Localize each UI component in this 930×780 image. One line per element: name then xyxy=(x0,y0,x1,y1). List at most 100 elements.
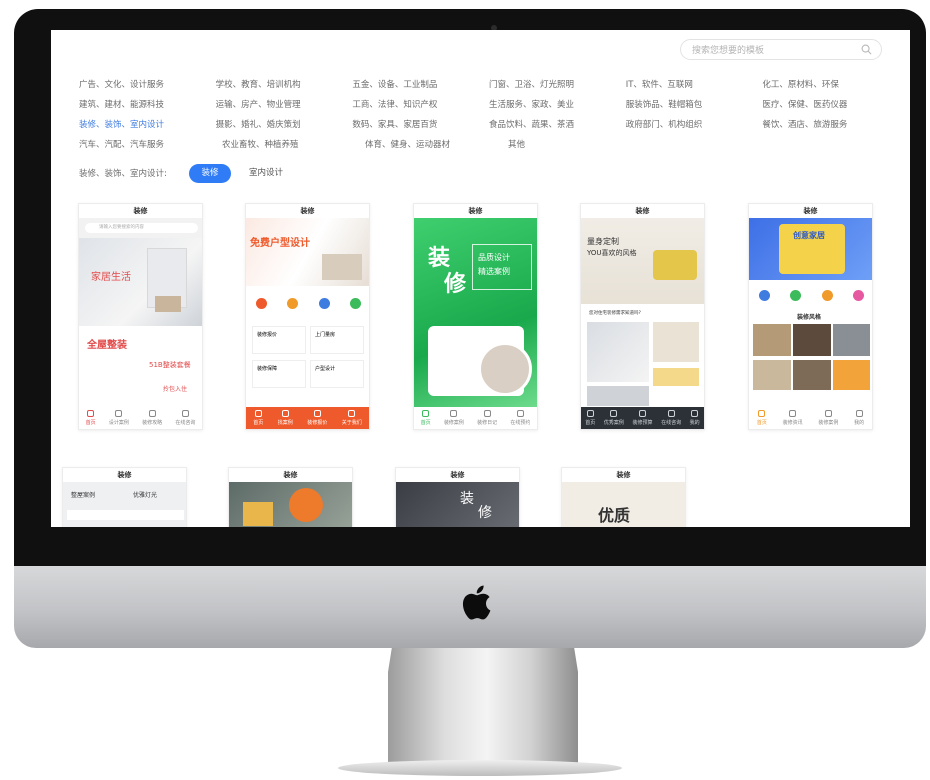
category-link[interactable]: 农业畜牧、种植养殖 xyxy=(222,138,365,150)
preview-note: 您对住宅装修需求知道吗? xyxy=(589,311,641,316)
template-preview: 优质 xyxy=(562,482,685,527)
category-link-active[interactable]: 装修、装饰、室内设计 xyxy=(79,118,216,130)
template-card-8[interactable]: 装修 装 修 xyxy=(395,467,520,527)
category-link[interactable]: IT、软件、互联网 xyxy=(626,78,763,90)
template-card-6[interactable]: 装修 整屋案例 优雅灯光 xyxy=(62,467,187,527)
category-row: 装修、装饰、室内设计 摄影、婚礼、婚庆策划 数码、家具、家居百货 食品饮料、蔬果… xyxy=(79,114,899,134)
tab-item: 装修报价 xyxy=(307,410,327,426)
preview-tabbar: 首页 装修案例 装修日记 在线预约 xyxy=(414,407,537,429)
preview-tabbar: 首页 设计案例 装修攻略 在线咨询 xyxy=(79,407,202,429)
category-link[interactable]: 门窗、卫浴、灯光照明 xyxy=(489,78,626,90)
preview-tabbar: 首页 优秀案例 装修预算 在线咨询 我的 xyxy=(581,407,704,429)
template-preview: 创意家居 装修风格 xyxy=(749,218,872,409)
tab-item: 设计案例 xyxy=(109,410,129,426)
tab-item: 优秀案例 xyxy=(604,410,624,426)
imac-mockup: 搜索您想要的模板 广告、文化、设计服务 学校、教育、培训机构 五金、设备、工业制… xyxy=(0,0,930,780)
template-preview: 整屋案例 优雅灯光 xyxy=(63,482,186,527)
category-link[interactable]: 食品饮料、蔬果、茶酒 xyxy=(489,118,626,130)
preview-big-char: 修 xyxy=(444,272,467,297)
tab-item: 在线咨询 xyxy=(661,410,681,426)
tab-item: 装修资讯 xyxy=(783,410,803,426)
card-title: 装修 xyxy=(79,204,202,218)
template-card-2[interactable]: 装修 免费户型设计 装修报价 上门量房 装修保障 户型设计 首页 找案例 装修报… xyxy=(245,203,370,430)
template-preview: 免费户型设计 装修报价 上门量房 装修保障 户型设计 xyxy=(246,218,369,409)
preview-tabbar: 首页 装修资讯 装修案例 我的 xyxy=(749,407,872,429)
tab-item: 首页 xyxy=(585,410,595,426)
category-link[interactable]: 摄影、婚礼、婚庆策划 xyxy=(216,118,353,130)
card-title: 装修 xyxy=(414,204,537,218)
preview-line: YOU喜欢的风格 xyxy=(587,249,637,257)
category-link[interactable]: 数码、家具、家居百货 xyxy=(352,118,489,130)
preview-hero-image: 家居生活 xyxy=(79,238,202,326)
category-link[interactable]: 化工、原材料、环保 xyxy=(762,78,899,90)
preview-service: 装修保障 xyxy=(252,360,306,388)
apple-logo-icon xyxy=(462,585,491,620)
template-card-1[interactable]: 装修 请输入您要搜索的内容 家居生活 全屋整装 51B整装套餐 拎包入住 首页 … xyxy=(78,203,203,430)
tab-item: 装修攻略 xyxy=(142,410,162,426)
screen: 搜索您想要的模板 广告、文化、设计服务 学校、教育、培训机构 五金、设备、工业制… xyxy=(51,30,910,527)
tab-item: 在线预约 xyxy=(510,410,530,426)
monitor-stand xyxy=(388,648,578,768)
category-link[interactable]: 广告、文化、设计服务 xyxy=(79,78,216,90)
tab-item: 装修案例 xyxy=(444,410,464,426)
search-icon[interactable] xyxy=(861,44,872,55)
card-title: 装修 xyxy=(581,204,704,218)
tab-item: 装修预算 xyxy=(632,410,652,426)
preview-hero-text: 免费户型设计 xyxy=(250,238,310,249)
preview-promo-2: 拎包入住 xyxy=(163,386,188,393)
template-card-3[interactable]: 装修 装 修 品质设计 精选案例 首页 装修案例 装修日记 在线预约 xyxy=(413,203,538,430)
category-link[interactable]: 运输、房产、物业管理 xyxy=(216,98,353,110)
card-title: 装修 xyxy=(562,468,685,482)
preview-big-char: 装 xyxy=(460,491,474,507)
template-card-5[interactable]: 装修 创意家居 装修风格 首页 装修资讯 装修案例 我的 xyxy=(748,203,873,430)
tab-item: 装修案例 xyxy=(818,410,838,426)
chip-interior-design[interactable]: 室内设计 xyxy=(245,164,287,183)
template-preview xyxy=(229,482,352,527)
subcategory-filter: 装修、装饰、室内设计: 装修 室内设计 xyxy=(79,162,301,184)
category-link[interactable]: 五金、设备、工业制品 xyxy=(352,78,489,90)
preview-big-text: 优质 xyxy=(598,506,631,525)
preview-line: 整屋案例 xyxy=(71,492,96,499)
category-link[interactable]: 其他 xyxy=(508,138,651,150)
card-title: 装修 xyxy=(229,468,352,482)
category-link[interactable]: 汽车、汽配、汽车服务 xyxy=(79,138,222,150)
preview-section-title: 全屋整装 xyxy=(87,340,127,351)
preview-line: 量身定制 xyxy=(587,237,619,246)
category-row: 汽车、汽配、汽车服务 农业畜牧、种植养殖 体育、健身、运动器材 其他 xyxy=(79,134,899,154)
category-row: 建筑、建材、能源科技 运输、房产、物业管理 工商、法律、知识产权 生活服务、家政… xyxy=(79,94,899,114)
preview-promo: 51B整装套餐 xyxy=(149,361,191,369)
category-link[interactable]: 体育、健身、运动器材 xyxy=(365,138,508,150)
preview-service: 户型设计 xyxy=(310,360,364,388)
template-preview: 装 修 xyxy=(396,482,519,527)
category-link[interactable]: 生活服务、家政、美业 xyxy=(489,98,626,110)
category-link[interactable]: 医疗、保健、医药仪器 xyxy=(762,98,899,110)
category-link[interactable]: 政府部门、机构组织 xyxy=(626,118,763,130)
search-input[interactable]: 搜索您想要的模板 xyxy=(692,43,764,56)
category-link[interactable]: 建筑、建材、能源科技 xyxy=(79,98,216,110)
preview-section-title: 装修风格 xyxy=(797,314,822,321)
category-link[interactable]: 学校、教育、培训机构 xyxy=(216,78,353,90)
template-preview: 装 修 品质设计 精选案例 xyxy=(414,218,537,409)
preview-search-bar: 请输入您要搜索的内容 xyxy=(85,223,198,233)
category-grid: 广告、文化、设计服务 学校、教育、培训机构 五金、设备、工业制品 门窗、卫浴、灯… xyxy=(79,74,899,154)
preview-service: 装修报价 xyxy=(252,326,306,354)
tab-item: 首页 xyxy=(421,410,431,426)
template-preview: 量身定制 YOU喜欢的风格 您对住宅装修需求知道吗? xyxy=(581,218,704,409)
chip-renovation[interactable]: 装修 xyxy=(189,163,231,183)
category-link[interactable]: 工商、法律、知识产权 xyxy=(352,98,489,110)
category-row: 广告、文化、设计服务 学校、教育、培训机构 五金、设备、工业制品 门窗、卫浴、灯… xyxy=(79,74,899,94)
tab-item: 找案例 xyxy=(278,410,293,426)
monitor-stand-base xyxy=(338,760,622,776)
template-card-7[interactable]: 装修 xyxy=(228,467,353,527)
category-link[interactable]: 服装饰品、鞋帽箱包 xyxy=(626,98,763,110)
template-card-4[interactable]: 装修 量身定制 YOU喜欢的风格 您对住宅装修需求知道吗? 首页 优秀案例 装修… xyxy=(580,203,705,430)
preview-line: 品质设计 xyxy=(478,253,510,262)
tab-item: 首页 xyxy=(757,410,767,426)
tab-item: 首页 xyxy=(86,410,96,426)
preview-line: 精选案例 xyxy=(478,267,510,276)
category-link[interactable]: 餐饮、酒店、旅游服务 xyxy=(762,118,899,130)
template-card-9[interactable]: 装修 优质 xyxy=(561,467,686,527)
card-title: 装修 xyxy=(63,468,186,482)
template-preview: 请输入您要搜索的内容 家居生活 全屋整装 51B整装套餐 拎包入住 xyxy=(79,218,202,409)
search-box[interactable]: 搜索您想要的模板 xyxy=(680,39,882,60)
